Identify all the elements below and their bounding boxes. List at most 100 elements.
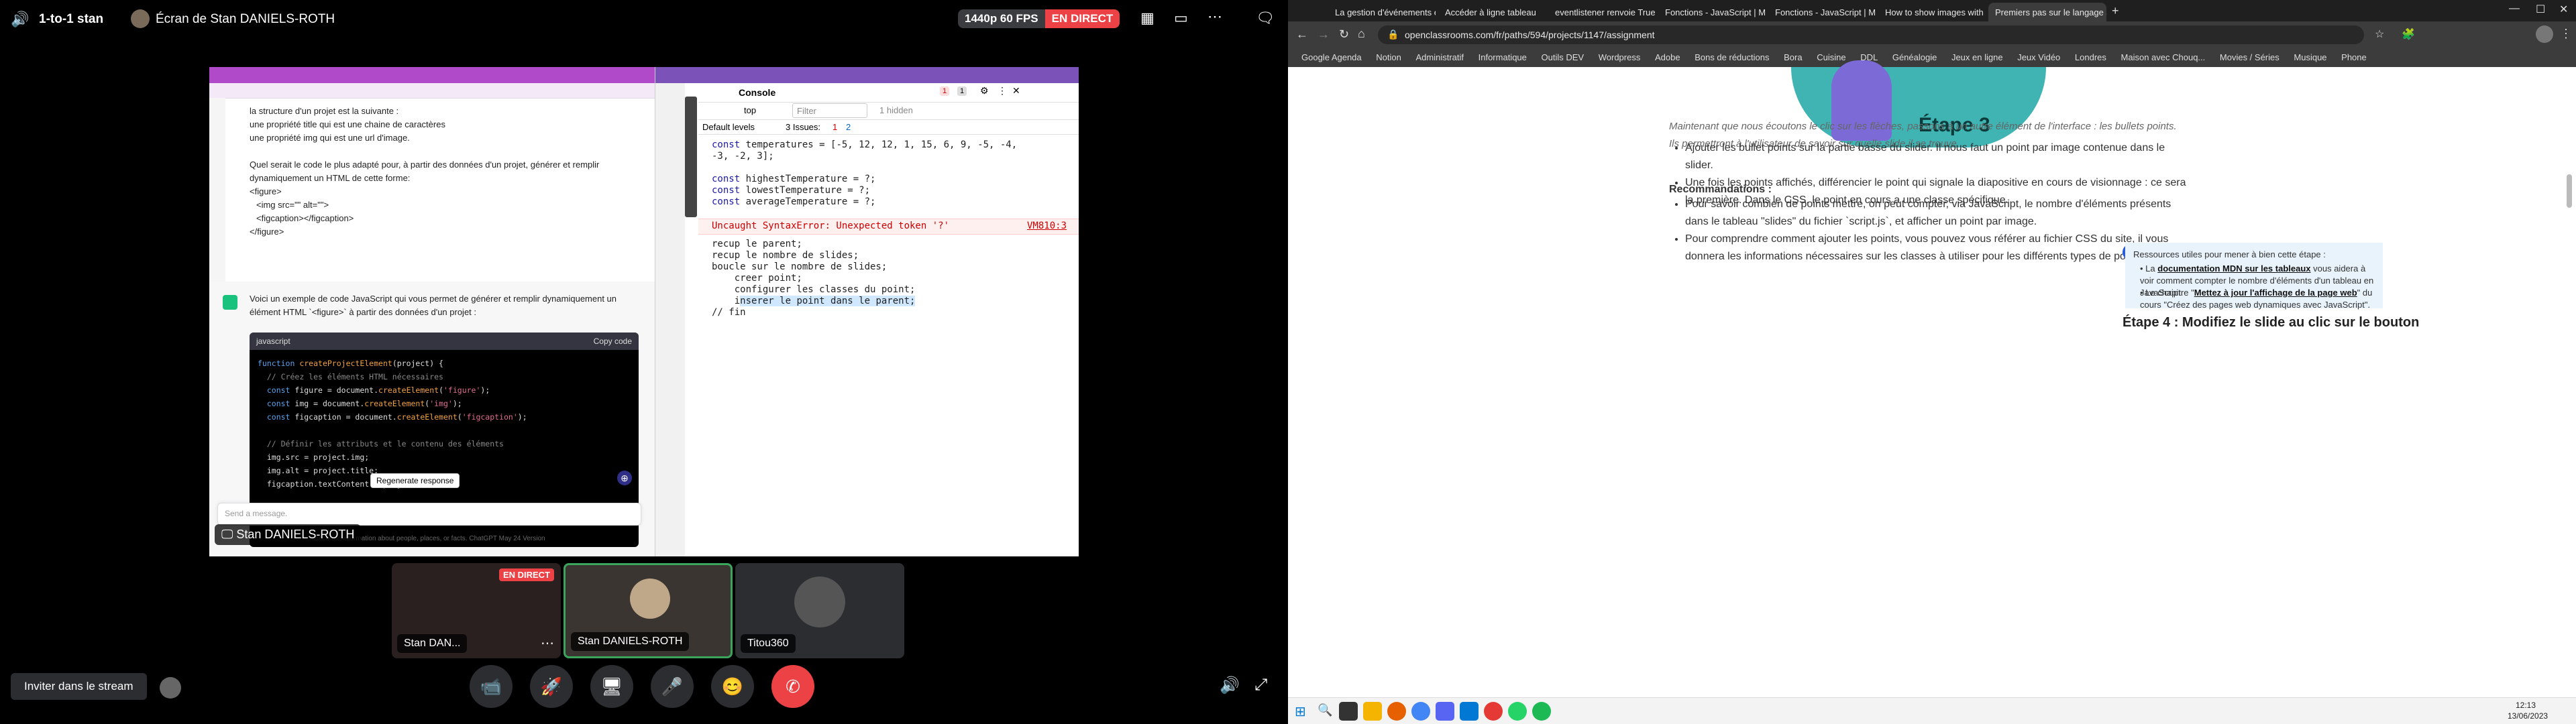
browser-tab[interactable]: Fonctions - JavaScript | MDN	[1658, 3, 1766, 21]
bookmark[interactable]: Maison avec Chouq...	[2121, 52, 2206, 62]
bookmark[interactable]: Musique	[2294, 52, 2326, 62]
more-icon[interactable]: ⋮	[2560, 27, 2572, 41]
discord-icon[interactable]	[1436, 702, 1454, 721]
grid-icon[interactable]: ▦	[1140, 9, 1155, 27]
bookmark[interactable]: Movies / Séries	[2220, 52, 2279, 62]
avatar[interactable]	[2536, 25, 2553, 43]
close-icon[interactable]: ✕	[1012, 85, 1020, 97]
whatsapp-icon[interactable]	[1508, 702, 1527, 721]
avatar	[131, 9, 150, 28]
chat-icon[interactable]: 🗨	[1256, 9, 1275, 27]
fullscreen-icon[interactable]: ⤢	[1254, 676, 1267, 695]
task-view-icon[interactable]	[1339, 702, 1358, 721]
bookmark[interactable]: Bons de réductions	[1695, 52, 1769, 62]
star-icon[interactable]: ☆	[2375, 27, 2384, 41]
app-icon[interactable]	[1484, 702, 1503, 721]
activity-button[interactable]: 🚀	[530, 665, 573, 708]
prompt-line: une propriété title qui est une chaine d…	[250, 119, 445, 129]
file-explorer-icon[interactable]	[1363, 702, 1382, 721]
filter-input[interactable]: Filter	[792, 103, 867, 118]
bookmark[interactable]: Généalogie	[1892, 52, 1937, 62]
console-input-2[interactable]: recup le parent; recup le nombre de slid…	[712, 239, 916, 318]
answer-line: élément HTML `<figure>` à partir des don…	[250, 307, 477, 317]
copy-code-button[interactable]: Copy code	[594, 337, 632, 346]
back-icon[interactable]: ←	[1296, 27, 1308, 42]
resource-text: Le chapitre "	[2145, 288, 2194, 298]
search-icon[interactable]: 🔍	[1318, 703, 1332, 717]
bookmark[interactable]: Jeux en ligne	[1951, 52, 2003, 62]
bookmark[interactable]: Outils DEV	[1542, 52, 1585, 62]
reload-icon[interactable]: ↻	[1339, 27, 1349, 42]
levels-bar: Default levels 3 Issues: 1 2	[698, 119, 1079, 135]
error-count[interactable]: 1	[940, 86, 950, 96]
issues-label[interactable]: 3 Issues:	[786, 122, 820, 132]
issues-error-count: 1	[833, 122, 838, 132]
leave-call-button[interactable]: ✆	[771, 665, 814, 708]
participant-name: Stan DANIELS-ROTH	[571, 632, 690, 651]
spotify-icon[interactable]	[1532, 702, 1551, 721]
bookmark[interactable]: Administratif	[1415, 52, 1464, 62]
more-icon[interactable]: ⋯	[1208, 8, 1222, 25]
windows-start-icon[interactable]: ⊞	[1295, 703, 1306, 720]
volume-icon[interactable]: 🔊	[1220, 676, 1240, 695]
volume-icon[interactable]: 🔊	[11, 11, 29, 28]
live-badge: EN DIRECT	[1044, 9, 1120, 28]
settings-icon[interactable]: ⚙	[980, 85, 989, 97]
bookmark[interactable]: Adobe	[1655, 52, 1680, 62]
answer-line: Voici un exemple de code JavaScript qui …	[250, 294, 617, 304]
bookmark[interactable]: Notion	[1376, 52, 1401, 62]
vscode-icon[interactable]	[1460, 702, 1479, 721]
extensions-icon[interactable]: 🧩	[2402, 27, 2415, 41]
filter-placeholder: Filter	[797, 106, 816, 116]
maximize-icon[interactable]: ☐	[2536, 3, 2545, 16]
live-badge: EN DIRECT	[498, 568, 554, 581]
new-tab-icon[interactable]: +	[2112, 4, 2119, 18]
camera-button[interactable]: 📹	[470, 665, 513, 708]
bookmark[interactable]: Londres	[2075, 52, 2106, 62]
invite-button[interactable]: Inviter dans le stream	[11, 673, 147, 700]
microphone-button[interactable]: 🎤	[651, 665, 694, 708]
scrollbar-thumb[interactable]	[2567, 174, 2572, 208]
browser-tab[interactable]: eventlistener renvoie True or fal...	[1548, 3, 1656, 21]
message-input[interactable]: Send a message.	[217, 503, 641, 526]
warn-count[interactable]: 1	[957, 86, 967, 96]
soundboard-button[interactable]: 😊	[711, 665, 754, 708]
bookmark[interactable]: Jeux Vidéo	[2017, 52, 2060, 62]
bookmark[interactable]: Wordpress	[1599, 52, 1641, 62]
bookmark[interactable]: Google Agenda	[1301, 52, 1362, 62]
chrome-icon[interactable]	[1411, 702, 1430, 721]
url-field[interactable]: 🔒 openclassrooms.com/fr/paths/594/projec…	[1378, 25, 2364, 44]
browser-tab[interactable]: La gestion d'événements en Ja...	[1328, 3, 1436, 21]
context-select[interactable]: top	[744, 105, 756, 115]
regenerate-button[interactable]: Regenerate response	[370, 473, 460, 488]
update-display-link[interactable]: Mettez à jour l'affichage de la page web	[2194, 288, 2357, 298]
close-icon[interactable]: ✕	[2559, 3, 2568, 16]
browser-tab[interactable]: Accéder à ligne tableau	[1438, 3, 1546, 21]
console-tab[interactable]: Console	[739, 87, 775, 98]
more-icon[interactable]: ⋯	[541, 635, 554, 652]
bookmarks-list: Google Agenda Notion Administratif Infor…	[1301, 52, 2379, 62]
browser-tab[interactable]: Fonctions - JavaScript | MDN	[1768, 3, 1876, 21]
levels-select[interactable]: Default levels	[702, 122, 755, 132]
screen-share-button[interactable]: 🖥	[590, 665, 633, 708]
bookmark[interactable]: Informatique	[1479, 52, 1527, 62]
bookmark[interactable]: Cuisine	[1817, 52, 1845, 62]
mdn-arrays-link[interactable]: documentation MDN sur les tableaux	[2157, 263, 2310, 274]
camera-icon: 📹	[480, 676, 502, 697]
participant-tile[interactable]: EN DIRECT Stan DAN... ⋯	[392, 563, 561, 658]
browser-tab-active[interactable]: Premiers pas sur le langage Ja...	[1988, 3, 2106, 21]
home-icon[interactable]: ⌂	[1358, 27, 1365, 41]
minimize-icon[interactable]: —	[2509, 3, 2520, 15]
more-icon[interactable]: ⋮	[998, 85, 1007, 97]
stream-quality-badge: 1440p 60 FPS EN DIRECT	[958, 9, 1120, 28]
zoom-icon[interactable]: ⊕	[617, 471, 632, 485]
bookmark[interactable]: Phone	[2341, 52, 2367, 62]
firefox-icon[interactable]	[1387, 702, 1406, 721]
browser-tab[interactable]: How to show images with a cli...	[1878, 3, 1986, 21]
participant-tile[interactable]: Titou360	[735, 563, 904, 658]
popout-icon[interactable]: ▭	[1174, 9, 1188, 27]
participant-tile[interactable]: Stan DANIELS-ROTH	[564, 563, 733, 658]
forward-icon[interactable]: →	[1318, 27, 1330, 42]
bookmark[interactable]: Bora	[1784, 52, 1802, 62]
error-source-link[interactable]: VM810:3	[1027, 221, 1067, 232]
